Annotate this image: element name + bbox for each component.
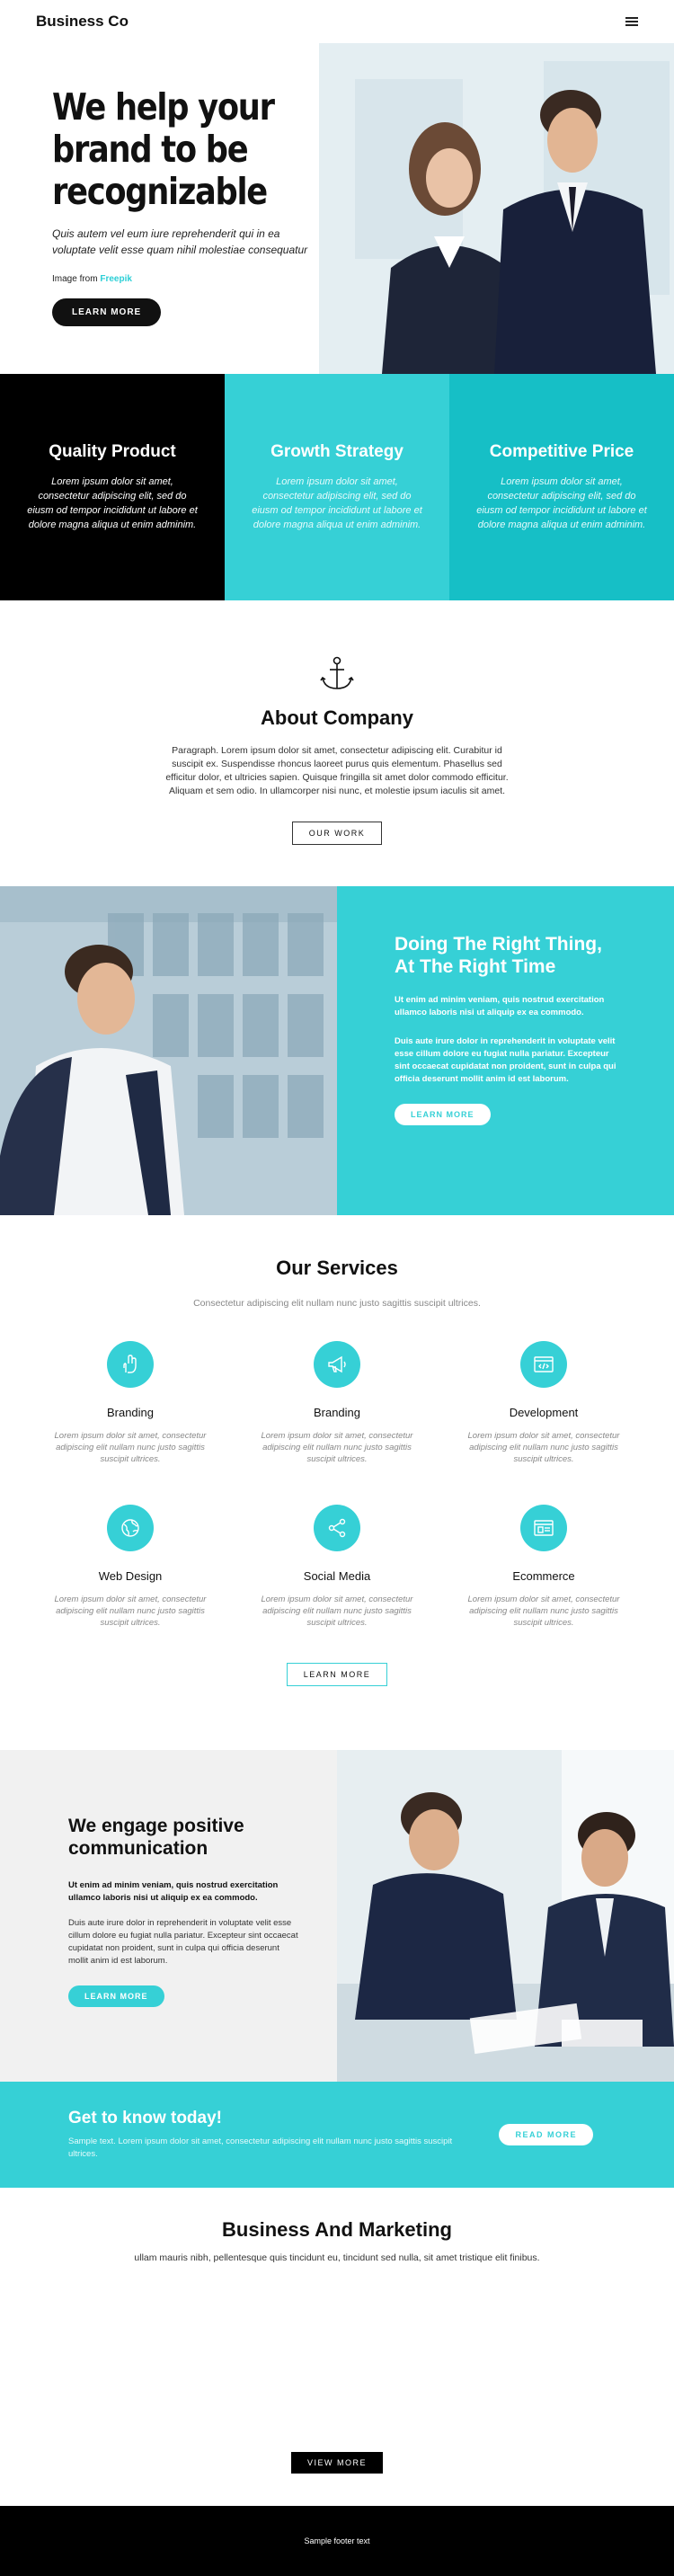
- feature-competitive-price: Competitive Price Lorem ipsum dolor sit …: [449, 374, 674, 600]
- services-learn-more-button[interactable]: LEARN MORE: [286, 1663, 388, 1686]
- hero-title: We help your brand to be recognizable: [52, 85, 275, 213]
- image-credit: Image from Freepik: [52, 274, 322, 284]
- business-title: Business And Marketing: [222, 2218, 452, 2241]
- business-section: Business And Marketing ullam mauris nibh…: [0, 2188, 674, 2506]
- hamburger-icon[interactable]: [625, 17, 638, 26]
- anchor-icon: [317, 654, 357, 694]
- service-title: Branding: [313, 1406, 361, 1419]
- code-window-icon: [520, 1341, 567, 1388]
- service-text: Lorem ipsum dolor sit amet, consectetur …: [54, 1431, 207, 1464]
- service-social-media: Social Media Lorem ipsum dolor sit amet,…: [234, 1505, 440, 1629]
- megaphone-icon: [314, 1341, 360, 1388]
- service-text: Lorem ipsum dolor sit amet, consectetur …: [261, 1431, 413, 1464]
- brand-logo[interactable]: Business Co: [36, 13, 129, 31]
- businessman-photo: [0, 886, 337, 1215]
- services-grid: Branding Lorem ipsum dolor sit amet, con…: [27, 1341, 647, 1629]
- feature-growth-strategy: Growth Strategy Lorem ipsum dolor sit am…: [225, 374, 449, 600]
- read-more-button[interactable]: READ MORE: [499, 2124, 593, 2145]
- hero-photo-business-couple: [319, 43, 674, 374]
- cta-description: Sample text. Lorem ipsum dolor sit amet,…: [68, 2136, 453, 2159]
- cta-text: Get to know today! Sample text. Lorem ip…: [68, 2109, 464, 2161]
- feature-quality-product: Quality Product Lorem ipsum dolor sit am…: [0, 374, 225, 600]
- hero-subtitle: Quis autem vel eum iure reprehenderit qu…: [52, 227, 308, 256]
- services-subtitle: Consectetur adipiscing elit nullam nunc …: [193, 1298, 481, 1309]
- service-branding: Branding Lorem ipsum dolor sit amet, con…: [27, 1341, 234, 1465]
- globe-icon: [107, 1505, 154, 1551]
- site-header: Business Co: [0, 0, 674, 43]
- view-more-button[interactable]: VIEW MORE: [290, 2452, 384, 2474]
- service-title: Web Design: [98, 1569, 163, 1583]
- engage-title: We engage positive communication: [68, 1816, 244, 1859]
- service-text: Lorem ipsum dolor sit amet, consectetur …: [467, 1431, 620, 1464]
- service-title: Social Media: [303, 1569, 371, 1583]
- page: Business Co We help your brand to be rec…: [0, 0, 674, 2576]
- feature-text: Lorem ipsum dolor sit amet, consectetur …: [27, 476, 198, 530]
- service-title: Development: [509, 1406, 579, 1419]
- our-work-button[interactable]: OUR WORK: [291, 822, 383, 845]
- meeting-photo: [337, 1750, 674, 2082]
- service-text: Lorem ipsum dolor sit amet, consectetur …: [467, 1594, 620, 1628]
- hand-icon: [107, 1341, 154, 1388]
- hero-text: We help your brand to be recognizable Qu…: [52, 86, 322, 326]
- credit-prefix: Image from: [52, 274, 98, 284]
- business-text: ullam mauris nibh, pellentesque quis tin…: [134, 2252, 540, 2263]
- service-development: Development Lorem ipsum dolor sit amet, …: [440, 1341, 647, 1465]
- services-title: Our Services: [276, 1257, 398, 1279]
- engage-bold-text: Ut enim ad minim veniam, quis nostrud ex…: [68, 1880, 279, 1903]
- engage-text: We engage positive communication Ut enim…: [0, 1750, 337, 2082]
- freepik-link[interactable]: Freepik: [100, 274, 132, 284]
- service-text: Lorem ipsum dolor sit amet, consectetur …: [261, 1594, 413, 1628]
- service-text: Lorem ipsum dolor sit amet, consectetur …: [54, 1594, 207, 1628]
- hero-section: We help your brand to be recognizable Qu…: [0, 43, 674, 374]
- store-icon: [520, 1505, 567, 1551]
- features-strip: Quality Product Lorem ipsum dolor sit am…: [0, 374, 674, 600]
- service-title: Ecommerce: [512, 1569, 575, 1583]
- services-section: Our Services Consectetur adipiscing elit…: [0, 1215, 674, 1750]
- feature-text: Lorem ipsum dolor sit amet, consectetur …: [252, 476, 422, 530]
- cta-banner: Get to know today! Sample text. Lorem ip…: [0, 2082, 674, 2188]
- engage-learn-more-button[interactable]: LEARN MORE: [68, 1985, 164, 2007]
- feature-title: Quality Product: [49, 442, 176, 461]
- right-thing-title: Doing The Right Thing, At The Right Time: [395, 934, 602, 977]
- about-section: About Company Paragraph. Lorem ipsum dol…: [0, 600, 674, 886]
- engage-section: We engage positive communication Ut enim…: [0, 1750, 674, 2082]
- service-ecommerce: Ecommerce Lorem ipsum dolor sit amet, co…: [440, 1505, 647, 1629]
- right-thing-learn-more-button[interactable]: LEARN MORE: [395, 1104, 491, 1125]
- share-icon: [314, 1505, 360, 1551]
- right-thing-p2: Duis aute irure dolor in reprehenderit i…: [395, 1036, 616, 1084]
- hero-learn-more-button[interactable]: LEARN MORE: [52, 298, 162, 326]
- right-thing-p1: Ut enim ad minim veniam, quis nostrud ex…: [395, 995, 605, 1017]
- about-title: About Company: [261, 706, 413, 729]
- feature-title: Competitive Price: [489, 442, 634, 461]
- service-branding-2: Branding Lorem ipsum dolor sit amet, con…: [234, 1341, 440, 1465]
- engage-body-text: Duis aute irure dolor in reprehenderit i…: [68, 1918, 298, 1966]
- about-text: Paragraph. Lorem ipsum dolor sit amet, c…: [165, 745, 509, 796]
- feature-title: Growth Strategy: [270, 442, 404, 461]
- footer-text: Sample footer text: [304, 2536, 370, 2545]
- site-footer: Sample footer text: [0, 2506, 674, 2576]
- feature-text: Lorem ipsum dolor sit amet, consectetur …: [476, 476, 647, 530]
- cta-title: Get to know today!: [68, 2109, 222, 2127]
- service-web-design: Web Design Lorem ipsum dolor sit amet, c…: [27, 1505, 234, 1629]
- right-thing-section: Doing The Right Thing, At The Right Time…: [0, 886, 674, 1215]
- service-title: Branding: [106, 1406, 155, 1419]
- right-thing-text: Doing The Right Thing, At The Right Time…: [337, 886, 674, 1215]
